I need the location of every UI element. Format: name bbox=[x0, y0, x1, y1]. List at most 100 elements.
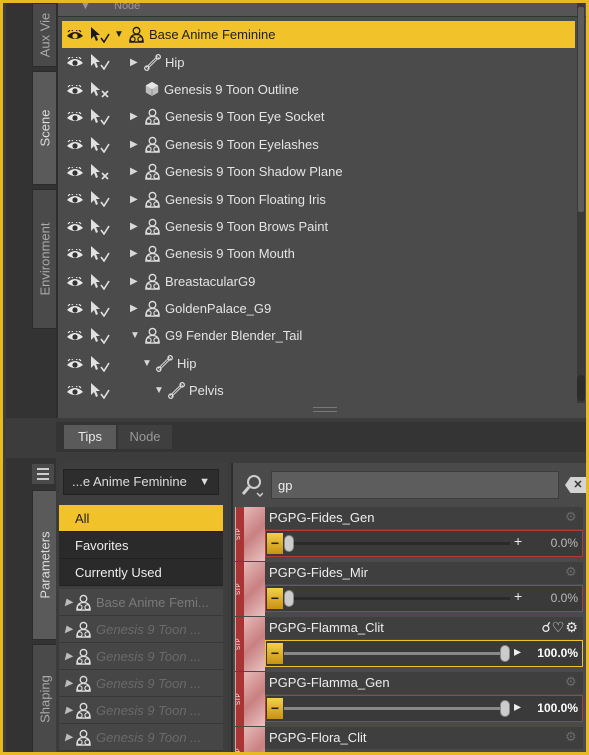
node-list-item[interactable]: ▶ Genesis 9 Toon ... bbox=[59, 670, 223, 697]
slider-handle[interactable] bbox=[500, 645, 510, 662]
visibility-eye-icon[interactable] bbox=[66, 165, 84, 177]
visibility-eye-icon[interactable] bbox=[66, 247, 84, 259]
scene-row[interactable]: ▼ Pelvis bbox=[62, 377, 575, 404]
increment-button[interactable]: + bbox=[514, 588, 522, 604]
scrollbar-thumb[interactable] bbox=[578, 7, 584, 212]
chevron-right-icon[interactable]: ▶ bbox=[65, 678, 75, 689]
property-value[interactable]: 0.0% bbox=[551, 536, 578, 550]
chevron-down-icon[interactable]: ▼ bbox=[130, 330, 140, 341]
filter-item[interactable]: Currently Used bbox=[59, 559, 223, 586]
chevron-down-icon[interactable]: ▼ bbox=[114, 29, 124, 40]
scene-row[interactable]: ▶ Genesis 9 Toon Shadow Plane bbox=[62, 158, 575, 185]
slider-track[interactable] bbox=[284, 590, 510, 607]
visibility-eye-icon[interactable] bbox=[66, 220, 84, 232]
chevron-right-icon[interactable]: ▶ bbox=[65, 651, 75, 662]
decrement-button[interactable]: − bbox=[267, 588, 283, 609]
scene-row[interactable]: ▶ Genesis 9 Toon Brows Paint bbox=[62, 213, 575, 240]
tab-parameters[interactable]: Parameters bbox=[32, 490, 56, 640]
slider-track[interactable] bbox=[284, 645, 510, 662]
pointer-selectable-icon[interactable] bbox=[90, 27, 110, 44]
visibility-eye-icon[interactable] bbox=[66, 330, 84, 341]
chevron-right-icon[interactable]: ▶ bbox=[65, 624, 75, 635]
chevron-right-icon[interactable]: ▶ bbox=[130, 111, 140, 122]
search-icon[interactable] bbox=[241, 473, 263, 497]
filter-item[interactable]: All bbox=[59, 505, 223, 532]
visibility-eye-icon[interactable] bbox=[66, 275, 84, 287]
node-list-item[interactable]: ▶ Genesis 9 Toon ... bbox=[59, 643, 223, 670]
slider-handle[interactable] bbox=[284, 590, 294, 607]
chevron-down-icon[interactable]: ▼ bbox=[154, 385, 164, 396]
pointer-selectable-icon[interactable] bbox=[90, 136, 110, 153]
tab-node[interactable]: Node bbox=[118, 425, 172, 449]
chevron-right-icon[interactable]: ▶ bbox=[130, 221, 140, 232]
node-list-item[interactable]: ▶ Base Anime Femi... bbox=[59, 589, 223, 616]
pointer-selectable-icon[interactable] bbox=[90, 328, 110, 345]
decrement-button[interactable]: − bbox=[267, 533, 283, 554]
panel-menu-icon[interactable] bbox=[32, 464, 54, 484]
filter-item[interactable]: Favorites bbox=[59, 532, 223, 559]
resize-grip[interactable] bbox=[313, 407, 337, 412]
tab-tips[interactable]: Tips bbox=[64, 425, 116, 449]
scene-row[interactable]: ▼ Hip bbox=[62, 350, 575, 377]
property-value[interactable]: 100.0% bbox=[537, 646, 578, 660]
node-list-item[interactable]: ▶ Genesis 9 Toon ... bbox=[59, 724, 223, 751]
visibility-eye-icon[interactable] bbox=[66, 193, 84, 204]
gear-icon[interactable]: ⚙ bbox=[565, 510, 579, 524]
scene-row[interactable]: ▶ GoldenPalace_G9 bbox=[62, 295, 575, 322]
chevron-right-icon[interactable]: ▶ bbox=[65, 732, 75, 743]
scene-row[interactable]: ▶ Genesis 9 Toon Eye Socket bbox=[62, 103, 575, 130]
visibility-eye-icon[interactable] bbox=[66, 138, 84, 150]
node-list-item[interactable]: ▶ Genesis 9 Toon ... bbox=[59, 697, 223, 724]
increment-button[interactable]: + bbox=[514, 533, 522, 549]
pointer-selectable-icon[interactable] bbox=[90, 383, 110, 400]
property-slider[interactable]: − +0.0% bbox=[265, 530, 583, 557]
property-slider[interactable]: − ▸ 100.0% bbox=[265, 640, 583, 667]
visibility-eye-icon[interactable] bbox=[66, 302, 84, 314]
chevron-down-icon[interactable]: ▼ bbox=[142, 358, 152, 369]
gear-icon[interactable]: ⚙ bbox=[565, 730, 579, 744]
tab-shaping[interactable]: Shaping bbox=[32, 644, 56, 752]
gear-icon[interactable]: ⚙ bbox=[565, 565, 579, 579]
scene-row[interactable]: Genesis 9 Toon Outline bbox=[62, 76, 575, 103]
pointer-selectable-icon[interactable] bbox=[90, 273, 110, 290]
chevron-right-icon[interactable]: ▶ bbox=[130, 276, 140, 287]
scene-row[interactable]: ▶ Genesis 9 Toon Floating Iris bbox=[62, 185, 575, 212]
pointer-locked-icon[interactable] bbox=[90, 81, 110, 98]
tab-aux-viewport[interactable]: Aux Vie bbox=[32, 3, 56, 67]
increment-button[interactable]: ▸ bbox=[514, 643, 521, 660]
pointer-selectable-icon[interactable] bbox=[90, 191, 110, 208]
scene-row[interactable]: ▶ Hip bbox=[62, 48, 575, 75]
pointer-selectable-icon[interactable] bbox=[90, 300, 110, 318]
slider-handle[interactable] bbox=[500, 700, 510, 717]
visibility-eye-icon[interactable] bbox=[66, 384, 84, 396]
decrement-button[interactable]: − bbox=[267, 698, 283, 719]
node-list-item[interactable]: ▶ Genesis 9 Toon ... bbox=[59, 616, 223, 643]
property-slider-row[interactable]: STP PGPG-Fides_Gen ⚙ − +0.0% bbox=[233, 507, 585, 562]
increment-button[interactable]: ▸ bbox=[514, 698, 521, 715]
decrement-button[interactable]: − bbox=[267, 643, 283, 664]
chevron-right-icon[interactable]: ▶ bbox=[130, 139, 140, 150]
scroll-knob[interactable] bbox=[577, 375, 585, 401]
chevron-right-icon[interactable]: ▶ bbox=[130, 303, 140, 314]
visibility-eye-icon[interactable] bbox=[66, 56, 84, 67]
pointer-locked-icon[interactable] bbox=[90, 163, 110, 180]
scene-row[interactable]: ▶ BreastacularG9 bbox=[62, 268, 575, 295]
visibility-eye-icon[interactable] bbox=[66, 28, 84, 40]
visibility-eye-icon[interactable] bbox=[66, 83, 84, 95]
pointer-selectable-icon[interactable] bbox=[90, 54, 110, 71]
property-slider-row[interactable]: STP PGPG-Flora_Clit ⚙ bbox=[233, 727, 585, 752]
gear-icon[interactable]: ⚙ bbox=[565, 675, 579, 689]
search-input[interactable]: gp bbox=[271, 471, 559, 499]
property-slider[interactable]: − +0.0% bbox=[265, 585, 583, 612]
visibility-eye-icon[interactable] bbox=[66, 110, 84, 122]
tab-scene[interactable]: Scene bbox=[32, 71, 56, 185]
slider-track[interactable] bbox=[284, 535, 510, 552]
clear-search-button[interactable]: ✕ bbox=[565, 477, 586, 493]
visibility-eye-icon[interactable] bbox=[66, 357, 84, 369]
property-value[interactable]: 0.0% bbox=[551, 591, 578, 605]
property-slider-row[interactable]: STP PGPG-Fides_Mir ⚙ − +0.0% bbox=[233, 562, 585, 617]
chevron-right-icon[interactable]: ▶ bbox=[130, 166, 140, 177]
scene-row[interactable]: ▼ Base Anime Feminine bbox=[62, 21, 575, 49]
scene-row[interactable]: ▶ Genesis 9 Toon Mouth bbox=[62, 240, 575, 267]
node-select-dropdown[interactable]: ...e Anime Feminine ▼ bbox=[63, 469, 219, 495]
